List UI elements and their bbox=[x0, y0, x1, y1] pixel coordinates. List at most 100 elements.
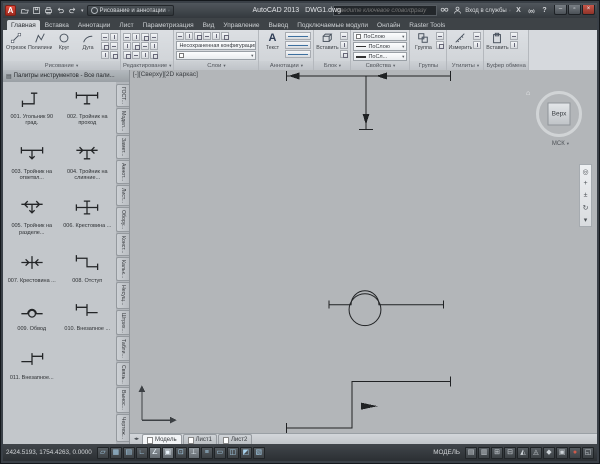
layout-tab[interactable]: Модель bbox=[142, 434, 182, 444]
snap-icon[interactable]: ▦ bbox=[110, 447, 122, 459]
palette-group-tab[interactable]: Связь... bbox=[116, 362, 129, 387]
workspace-switcher[interactable]: Рисование и аннотации ▾ bbox=[87, 5, 175, 16]
table-button[interactable] bbox=[285, 50, 311, 58]
quick-calc-button[interactable] bbox=[473, 41, 481, 49]
ungroup-button[interactable] bbox=[436, 32, 444, 40]
help-icon[interactable]: ? bbox=[539, 5, 550, 16]
palette-tool-item[interactable]: 010. Внезапное ... bbox=[60, 302, 116, 332]
create-block-button[interactable] bbox=[340, 32, 348, 40]
panel-label-draw[interactable]: Рисование bbox=[45, 63, 74, 69]
fillet-button[interactable] bbox=[132, 42, 140, 50]
ribbon-tab[interactable]: Вид bbox=[199, 20, 219, 30]
lock-icon[interactable]: ▣ bbox=[556, 447, 568, 459]
text-button[interactable]: А Текст bbox=[261, 32, 283, 51]
wcs-dropdown[interactable]: МСК ▾ bbox=[552, 141, 569, 147]
ribbon-tab[interactable]: Подключаемые модули bbox=[293, 20, 372, 30]
ribbon-tab[interactable]: Аннотации bbox=[74, 20, 115, 30]
palette-group-tab[interactable]: Табли... bbox=[116, 336, 129, 361]
cleanscreen-icon[interactable]: ◱ bbox=[582, 447, 594, 459]
orbit-icon[interactable]: ↻ bbox=[580, 202, 591, 213]
restore-button[interactable]: ▫ bbox=[568, 5, 581, 15]
ribbon-tab[interactable]: Главная bbox=[7, 20, 40, 30]
viewcube-home-icon[interactable]: ⌂ bbox=[526, 90, 530, 97]
ribbon-tab[interactable]: Управление bbox=[219, 20, 263, 30]
model-space-icon[interactable]: ▤ bbox=[465, 447, 477, 459]
panel-label-utilities[interactable]: Утилиты bbox=[452, 63, 475, 69]
panel-label-properties[interactable]: Свойства bbox=[366, 63, 391, 69]
palette-tool-item[interactable]: 009. Обвод bbox=[4, 302, 60, 332]
quickprops-icon[interactable]: ▧ bbox=[253, 447, 265, 459]
trim-button[interactable] bbox=[123, 42, 131, 50]
workspace-switch-icon[interactable]: ◆ bbox=[543, 447, 555, 459]
layout-tab[interactable]: Лист2 bbox=[218, 434, 252, 444]
quick-select-button[interactable] bbox=[473, 32, 481, 40]
measure-button[interactable]: Измерить bbox=[449, 32, 471, 51]
panel-label-modify[interactable]: Редактирование bbox=[123, 63, 167, 69]
lwt-icon[interactable]: ◫ bbox=[227, 447, 239, 459]
showmotion-icon[interactable]: ▾ bbox=[580, 214, 591, 225]
plot-icon[interactable] bbox=[43, 5, 54, 16]
ribbon-tab[interactable]: Вывод bbox=[265, 20, 293, 30]
panel-label-block[interactable]: Блок bbox=[324, 63, 337, 69]
layout-icon[interactable]: ▥ bbox=[478, 447, 490, 459]
palette-tool-item[interactable]: 011. Внезапное... bbox=[4, 351, 60, 381]
palette-tool-item[interactable]: 001. Угольник 90 град. bbox=[4, 90, 60, 127]
ribbon-tab[interactable]: Онлайн bbox=[373, 20, 404, 30]
palette-tool-item[interactable]: 007. Крестовина ... bbox=[4, 254, 60, 284]
zoom-icon[interactable]: ± bbox=[580, 190, 591, 201]
palette-tool-item[interactable]: 003. Тройник на ответвл... bbox=[4, 145, 60, 182]
viewcube-top-face[interactable]: Верх bbox=[548, 103, 571, 126]
insert-block-button[interactable]: Вставить bbox=[316, 32, 338, 51]
panel-label-clipboard[interactable]: Буфер обмена bbox=[486, 63, 525, 69]
ortho-icon[interactable]: ∟ bbox=[136, 447, 148, 459]
layer-dropdown[interactable]: ▾ bbox=[176, 51, 256, 60]
mirror-button[interactable] bbox=[150, 33, 158, 41]
palette-tool-item[interactable]: 002. Тройник на проход bbox=[60, 90, 116, 127]
palette-title-bar[interactable]: ▤ Палитры инструментов - Все пали... bbox=[3, 70, 129, 82]
palette-group-tab[interactable]: Несущ... bbox=[116, 282, 129, 308]
drawing-canvas[interactable]: [-][Сверху][2D каркас] bbox=[130, 70, 597, 433]
point-button[interactable] bbox=[101, 51, 109, 59]
palette-group-tab[interactable]: Аннот... bbox=[116, 160, 129, 184]
copy-clip-button[interactable] bbox=[510, 32, 518, 40]
layer-state-dropdown[interactable]: Несохраненная конфигурация сло ▾ bbox=[176, 41, 256, 50]
autocad-logo-icon[interactable]: A bbox=[5, 5, 16, 16]
minimize-button[interactable]: – bbox=[554, 5, 567, 15]
palette-group-tab[interactable]: Замет... bbox=[116, 135, 129, 159]
hatch-button[interactable] bbox=[101, 42, 109, 50]
stretch-button[interactable] bbox=[141, 42, 149, 50]
undo-icon[interactable] bbox=[55, 5, 66, 16]
exchange-apps-icon[interactable]: X bbox=[513, 5, 524, 16]
polyline-button[interactable]: Полилиния bbox=[29, 32, 51, 51]
explode-button[interactable] bbox=[141, 51, 149, 59]
save-icon[interactable] bbox=[31, 5, 42, 16]
search-icon[interactable] bbox=[439, 5, 450, 16]
ribbon-tab[interactable]: Raster Tools bbox=[405, 20, 449, 30]
quickview-drawings-icon[interactable]: ⊟ bbox=[504, 447, 516, 459]
model-space-button[interactable]: МОДЕЛЬ bbox=[430, 449, 463, 456]
erase-button[interactable] bbox=[132, 51, 140, 59]
rotate-button[interactable] bbox=[141, 33, 149, 41]
quickview-layouts-icon[interactable]: ⊞ bbox=[491, 447, 503, 459]
ellipse-button[interactable] bbox=[110, 33, 118, 41]
palette-group-tab[interactable]: Модел... bbox=[116, 108, 129, 134]
layer-freeze-button[interactable] bbox=[203, 32, 211, 40]
palette-tool-item[interactable]: 004. Тройник на слияние... bbox=[60, 145, 116, 182]
infer-constraints-icon[interactable]: ▱ bbox=[97, 447, 109, 459]
qat-caret-icon[interactable]: ▾ bbox=[81, 8, 84, 14]
sign-in-button[interactable]: Вход в службы ▾ bbox=[452, 5, 511, 16]
palette-group-tab[interactable]: Штрих... bbox=[116, 310, 129, 336]
leader-button[interactable] bbox=[285, 41, 311, 49]
hardware-accel-icon[interactable]: ● bbox=[569, 447, 581, 459]
polar-icon[interactable]: ∠ bbox=[149, 447, 161, 459]
copy-button[interactable] bbox=[132, 33, 140, 41]
search-input[interactable] bbox=[336, 8, 434, 14]
edit-block-button[interactable] bbox=[340, 41, 348, 49]
layer-off-button[interactable] bbox=[185, 32, 193, 40]
palette-tool-item[interactable]: 005. Тройник на разделе... bbox=[4, 199, 60, 236]
array-button[interactable] bbox=[123, 51, 131, 59]
grid-icon[interactable]: ▤ bbox=[123, 447, 135, 459]
layer-properties-button[interactable] bbox=[176, 32, 184, 40]
ribbon-tab[interactable]: Лист bbox=[115, 20, 137, 30]
palette-group-tab[interactable]: Чертеж... bbox=[116, 414, 129, 442]
